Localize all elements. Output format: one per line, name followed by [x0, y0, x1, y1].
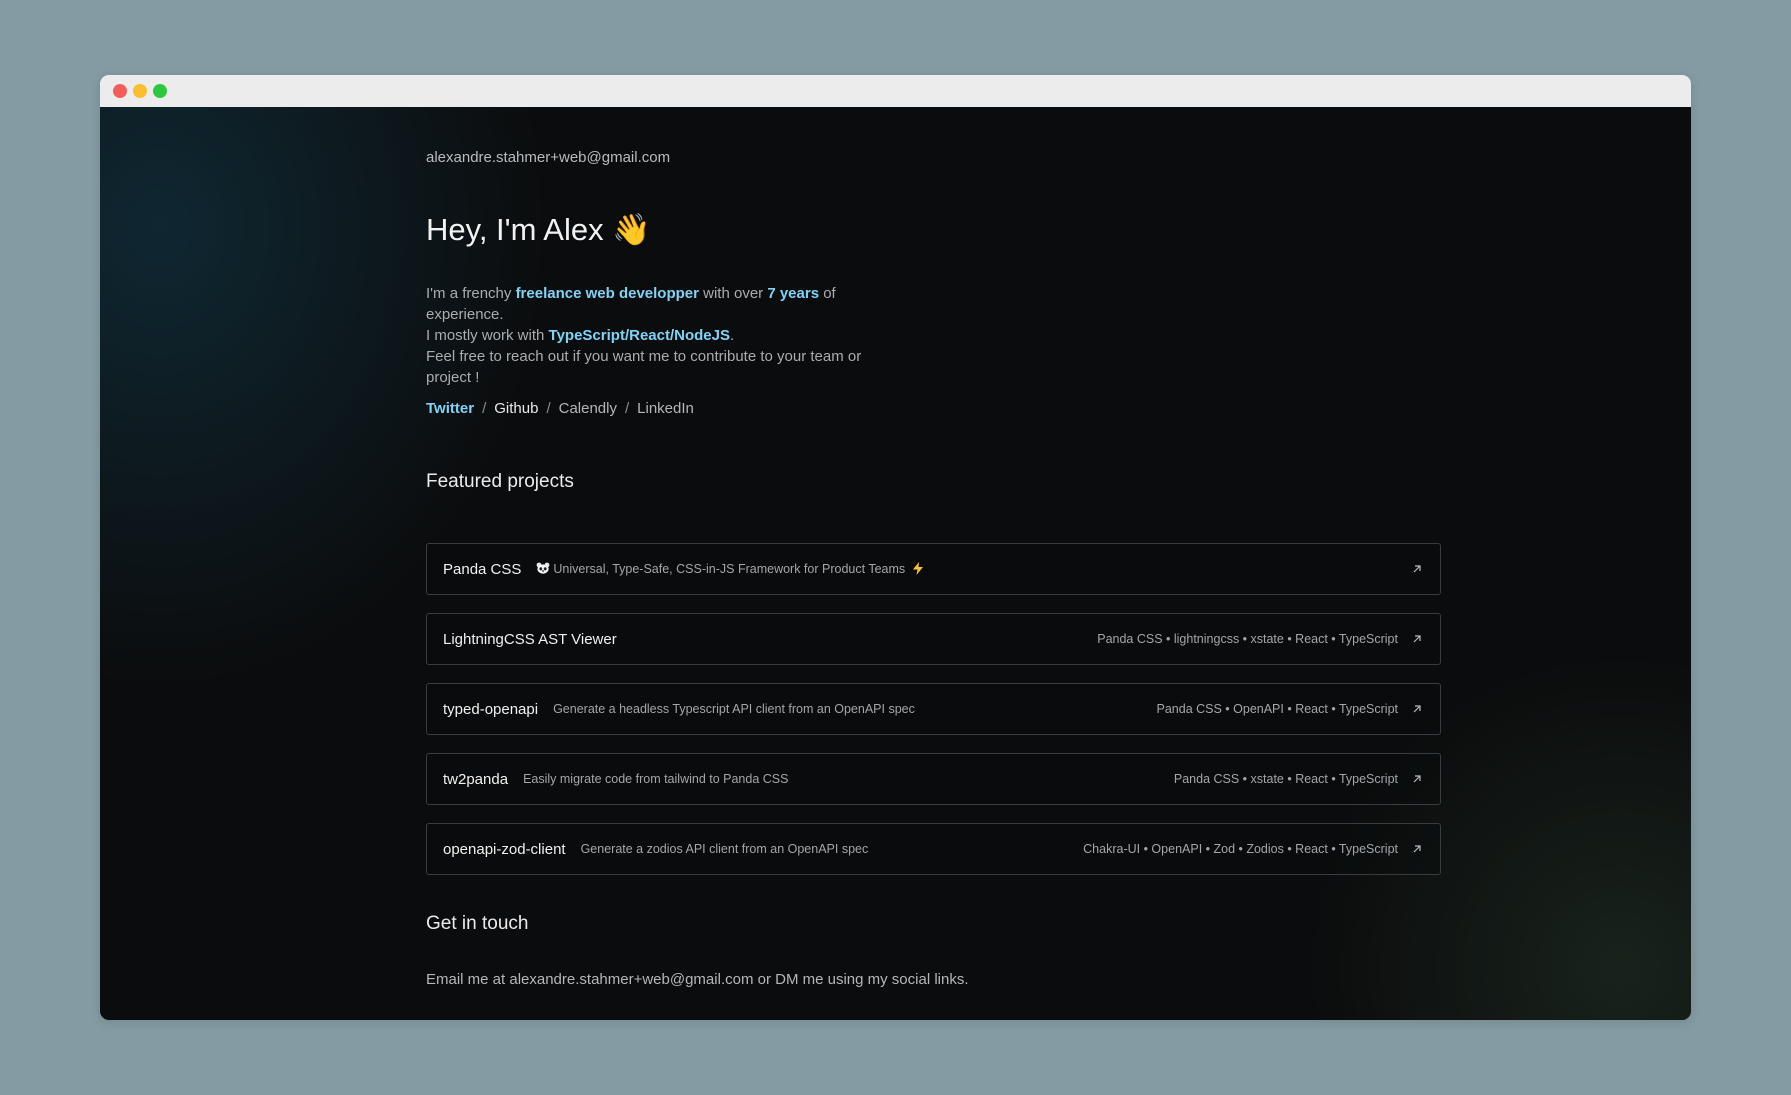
project-name: openapi-zod-client [443, 840, 566, 858]
project-card-panda-css[interactable]: Panda CSS Universal, Type-Safe, CSS-in-J… [426, 543, 1441, 595]
project-card-tw2panda[interactable]: tw2panda Easily migrate code from tailwi… [426, 753, 1441, 805]
linkedin-link[interactable]: LinkedIn [637, 400, 694, 417]
project-card-lightningcss-ast-viewer[interactable]: LightningCSS AST Viewer Panda CSS • ligh… [426, 613, 1441, 665]
lightning-icon [912, 562, 923, 575]
twitter-link[interactable]: Twitter [426, 400, 474, 417]
external-link-icon [1413, 845, 1421, 853]
panda-icon [536, 562, 550, 574]
github-link[interactable]: Github [494, 400, 538, 417]
intro-highlight-stack: TypeScript/React/NodeJS [548, 327, 730, 344]
intro-paragraph: I'm a frenchy freelance web developper w… [426, 283, 906, 388]
waving-hand-emoji: 👋 [612, 212, 651, 247]
close-window-button[interactable] [113, 84, 127, 98]
intro-text: I'm a frenchy [426, 285, 516, 302]
external-link-icon [1413, 775, 1421, 783]
project-card-openapi-zod-client[interactable]: openapi-zod-client Generate a zodios API… [426, 823, 1441, 875]
project-name: LightningCSS AST Viewer [443, 630, 617, 648]
intro-line-1: I'm a frenchy freelance web developper w… [426, 283, 906, 325]
hero-title-text: Hey, I'm Alex [426, 212, 604, 247]
project-tags: Panda CSS • lightningcss • xstate • Reac… [1097, 632, 1398, 646]
project-name: typed-openapi [443, 700, 539, 718]
project-tags: Panda CSS • OpenAPI • React • TypeScript [1156, 702, 1399, 716]
intro-highlight-role: freelance web developper [515, 285, 699, 302]
project-tags: Panda CSS • xstate • React • TypeScript [1173, 772, 1398, 786]
minimize-window-button[interactable] [133, 84, 147, 98]
featured-projects-heading: Featured projects [426, 471, 574, 492]
link-separator: / [482, 400, 487, 417]
page-title: Hey, I'm Alex 👋 [426, 211, 651, 248]
project-description: Easily migrate code from tailwind to Pan… [523, 772, 789, 786]
maximize-window-button[interactable] [153, 84, 167, 98]
intro-line-2: I mostly work with TypeScript/React/Node… [426, 325, 906, 346]
intro-text: I mostly work with [426, 327, 549, 344]
external-link-icon [1413, 635, 1421, 643]
header-email[interactable]: alexandre.stahmer+web@gmail.com [426, 149, 670, 166]
page-content: alexandre.stahmer+web@gmail.com Hey, I'm… [100, 107, 1691, 1020]
project-name: tw2panda [443, 770, 509, 788]
link-separator: / [546, 400, 551, 417]
calendly-link[interactable]: Calendly [559, 400, 617, 417]
intro-line-3: Feel free to reach out if you want me to… [426, 348, 862, 386]
project-description-text: Universal, Type-Safe, CSS-in-JS Framewor… [553, 562, 906, 576]
get-in-touch-heading: Get in touch [426, 913, 529, 934]
browser-window: alexandre.stahmer+web@gmail.com Hey, I'm… [100, 75, 1691, 1020]
project-tags: Chakra-UI • OpenAPI • Zod • Zodios • Rea… [1083, 842, 1398, 856]
project-description: Generate a zodios API client from an Ope… [580, 842, 869, 856]
project-card-typed-openapi[interactable]: typed-openapi Generate a headless Typesc… [426, 683, 1441, 735]
external-link-icon [1413, 705, 1421, 713]
intro-highlight-years: 7 years [767, 285, 820, 302]
project-name: Panda CSS [443, 560, 522, 578]
intro-text: with over [698, 285, 768, 302]
social-links: Twitter / Github / Calendly / LinkedIn [426, 400, 694, 417]
contact-text: Email me at alexandre.stahmer+web@gmail.… [426, 971, 969, 988]
project-description: Universal, Type-Safe, CSS-in-JS Framewor… [536, 562, 923, 576]
window-titlebar [100, 75, 1691, 107]
project-description: Generate a headless Typescript API clien… [553, 702, 915, 716]
intro-text: . [729, 327, 735, 344]
link-separator: / [624, 400, 630, 417]
external-link-icon [1413, 565, 1421, 573]
